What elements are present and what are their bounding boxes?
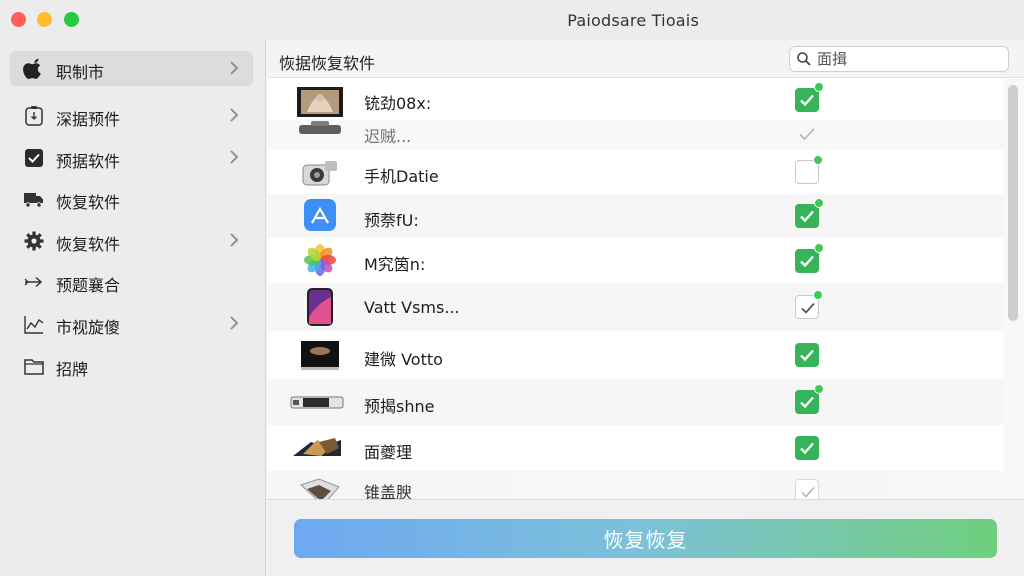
- video-screen-thumbnail: [301, 341, 339, 370]
- chevron-right-icon: [230, 233, 239, 247]
- main-panel: 恢据恢复软件 铳劲08x: 迟贼... 手机Datie: [267, 40, 1024, 576]
- status-dot: [813, 155, 823, 165]
- page-title: 恢据恢复软件: [279, 54, 376, 73]
- list-item-label: Vatt Vsms...: [364, 298, 460, 317]
- app-store-icon: [304, 199, 336, 231]
- list-item-label: M究筃n:: [364, 255, 426, 274]
- footer-bar: 恢复恢复: [267, 499, 1024, 576]
- photo-stack-thumbnail: [293, 438, 341, 456]
- chevron-right-icon: [230, 108, 239, 122]
- photos-icon: [304, 244, 336, 276]
- arrow-right-icon: [24, 276, 43, 288]
- list-item[interactable]: 铳劲08x:: [267, 79, 1004, 120]
- list-item[interactable]: 迟贼...: [267, 120, 1004, 150]
- sidebar-item-2[interactable]: 预据软件: [10, 140, 253, 175]
- folder-icon: [24, 359, 44, 375]
- camera-thumbnail: [302, 161, 337, 186]
- row-checkbox[interactable]: [795, 122, 819, 146]
- row-checkbox[interactable]: [795, 155, 823, 184]
- list-item[interactable]: 建微 Votto: [267, 331, 1004, 379]
- list-item[interactable]: 预萘fU:: [267, 194, 1004, 238]
- list-item-label: 建微 Votto: [364, 350, 443, 369]
- row-checkbox[interactable]: [795, 290, 823, 319]
- sidebar-item-label: 预据软件: [56, 152, 121, 171]
- title-bar: Paiodsare Tioais: [0, 0, 1024, 40]
- row-checkbox[interactable]: [795, 198, 824, 228]
- chevron-right-icon: [230, 61, 239, 75]
- list-item[interactable]: 锥盖腴: [267, 471, 1004, 499]
- sidebar-item-label: 预题襄合: [56, 276, 121, 295]
- sidebar-item-6[interactable]: 市视旋傻: [10, 306, 253, 341]
- file-list: 铳劲08x: 迟贼... 手机Datie 预萘fU: M究筃n: Vatt Vs…: [267, 79, 1004, 499]
- list-scrollbar[interactable]: [1004, 79, 1024, 499]
- list-item[interactable]: Vatt Vsms...: [267, 283, 1004, 331]
- list-item[interactable]: M究筃n:: [267, 238, 1004, 283]
- window-title: Paiodsare Tioais: [567, 11, 699, 30]
- sidebar-item-label: 招牌: [56, 360, 89, 379]
- sidebar-item-label: 职制市: [56, 63, 105, 82]
- sidebar-item-5[interactable]: 预题襄合: [10, 264, 253, 299]
- list-item-label: 面夔理: [364, 443, 413, 462]
- photo-hands-thumbnail: [297, 87, 343, 117]
- list-item-label: 铳劲08x:: [364, 94, 432, 113]
- sidebar-item-label: 市视旋傻: [56, 318, 121, 337]
- phone-screen-thumbnail: [307, 288, 333, 326]
- row-checkbox[interactable]: [795, 243, 824, 273]
- status-dot: [814, 384, 824, 394]
- phone-sync-icon: [25, 106, 43, 126]
- row-checkbox[interactable]: [795, 82, 824, 112]
- sidebar-item-7[interactable]: 招牌: [10, 348, 253, 383]
- row-checkbox[interactable]: [795, 343, 819, 367]
- recover-button[interactable]: 恢复恢复: [294, 519, 997, 558]
- list-item-label: 迟贼...: [364, 127, 412, 146]
- sidebar-item-4[interactable]: 恢复软件: [10, 223, 253, 258]
- row-checkbox[interactable]: [795, 479, 819, 499]
- main-header: 恢据恢复软件: [267, 40, 1024, 78]
- list-item-label: 预揭shne: [364, 397, 435, 416]
- status-dot: [813, 290, 823, 300]
- sidebar-item-label: 恢复软件: [56, 193, 121, 212]
- list-item[interactable]: 手机Datie: [267, 150, 1004, 194]
- sidebar-item-1[interactable]: 深据预件: [10, 98, 253, 133]
- apple-icon: [23, 58, 41, 79]
- list-item[interactable]: 面夔理: [267, 425, 1004, 471]
- list-item-label: 锥盖腴: [364, 483, 413, 499]
- zoom-window-button[interactable]: [64, 12, 79, 27]
- truck-icon: [24, 193, 43, 208]
- row-checkbox[interactable]: [795, 436, 819, 460]
- device-dark-thumbnail: [299, 121, 341, 134]
- list-item-label: 预萘fU:: [364, 211, 419, 230]
- sidebar-item-3[interactable]: 恢复软件: [10, 181, 253, 216]
- status-dot: [814, 243, 824, 253]
- search-box[interactable]: [789, 46, 1009, 72]
- app-window: Paiodsare Tioais 职制市 深据预件 预据软件 恢复软件 恢复软件: [0, 0, 1024, 576]
- photo-folded-thumbnail: [300, 478, 340, 499]
- minimize-window-button[interactable]: [37, 12, 52, 27]
- gear-icon: [24, 231, 44, 251]
- chevron-right-icon: [230, 150, 239, 164]
- row-checkbox[interactable]: [795, 384, 824, 414]
- chart-line-icon: [24, 316, 44, 334]
- search-input[interactable]: [817, 49, 1002, 69]
- status-dot: [814, 198, 824, 208]
- device-bar-thumbnail: [290, 396, 344, 409]
- sidebar-item-label: 深据预件: [56, 110, 121, 129]
- sidebar-item-0[interactable]: 职制市: [10, 51, 253, 86]
- sidebar-item-label: 恢复软件: [56, 235, 121, 254]
- list-item-label: 手机Datie: [364, 167, 439, 186]
- sidebar: 职制市 深据预件 预据软件 恢复软件 恢复软件 预题襄合 市视旋傻 招牌: [0, 40, 266, 576]
- list-item[interactable]: 预揭shne: [267, 379, 1004, 425]
- scrollbar-thumb[interactable]: [1008, 85, 1018, 321]
- close-window-button[interactable]: [11, 12, 26, 27]
- chevron-right-icon: [230, 316, 239, 330]
- search-icon: [797, 52, 811, 66]
- checkbox-icon: [25, 149, 43, 167]
- status-dot: [814, 82, 824, 92]
